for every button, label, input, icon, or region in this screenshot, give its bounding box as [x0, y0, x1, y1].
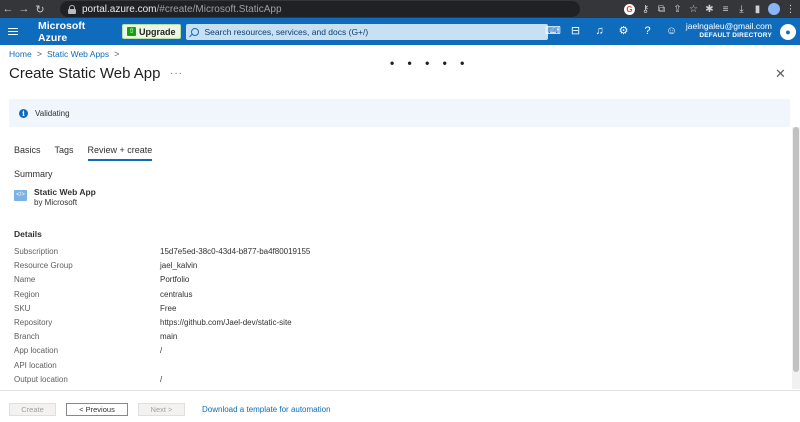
content-scrollbar[interactable] [792, 127, 800, 389]
validating-banner: i Validating [9, 99, 790, 127]
detail-row-subscription: Subscription 15d7e5ed-38c0-43d4-b877-ba4… [14, 247, 310, 256]
upgrade-button[interactable]: ⇧ Upgrade [122, 24, 181, 39]
breadcrumb-separator: > [114, 49, 120, 59]
detail-value: https://github.com/Jael-dev/static-site [160, 318, 292, 327]
back-arrow-icon[interactable]: ← [0, 0, 16, 18]
more-options-icon[interactable]: ··· [170, 68, 183, 79]
previous-button[interactable]: < Previous [66, 403, 128, 416]
tab-basics[interactable]: Basics [14, 145, 41, 161]
download-template-link[interactable]: Download a template for automation [202, 405, 331, 414]
lock-icon [68, 4, 76, 14]
product-vendor: by Microsoft [34, 198, 78, 207]
static-web-app-icon: </> [14, 190, 27, 201]
directory-filter-icon[interactable]: ⊟ [569, 25, 582, 38]
browser-toolbar: ← → ↻ portal.azure.com/#create/Microsoft… [0, 0, 800, 18]
detail-key: Branch [14, 332, 40, 341]
brand-logo[interactable]: Microsoft Azure [38, 20, 116, 44]
account-email: jaelngaleu@gmail.com [685, 21, 772, 31]
help-icon[interactable]: ? [641, 25, 654, 38]
star-icon[interactable]: ☆ [688, 4, 699, 15]
kebab-menu-icon[interactable]: ⋮ [785, 4, 796, 15]
detail-key: App location [14, 346, 59, 355]
link-icon[interactable]: ⧉ [656, 4, 667, 15]
detail-value: / [160, 375, 163, 384]
url-host: portal.azure.com [82, 3, 157, 15]
next-button[interactable]: Next > [138, 403, 185, 416]
detail-key: Name [14, 275, 36, 284]
reload-icon[interactable]: ↻ [32, 0, 48, 18]
detail-key: Region [14, 290, 40, 299]
detail-key: Resource Group [14, 261, 73, 270]
detail-key: Output location [14, 375, 68, 384]
search-input[interactable]: Search resources, services, and docs (G+… [185, 23, 548, 40]
detail-key: SKU [14, 304, 31, 313]
download-icon[interactable]: ⤓ [736, 4, 747, 15]
detail-key: Repository [14, 318, 53, 327]
detail-row-region: Region centralus [14, 290, 192, 299]
tab-review-create[interactable]: Review + create [87, 145, 153, 161]
url-path: /#create/Microsoft.StaticApp [156, 3, 282, 15]
breadcrumb-home[interactable]: Home [9, 49, 32, 59]
tab-tags[interactable]: Tags [55, 145, 74, 161]
product-name: Static Web App [34, 187, 96, 197]
azure-header: Microsoft Azure ⇧ Upgrade Search resourc… [0, 18, 800, 45]
tab-bar: Basics Tags Review + create [14, 145, 153, 161]
detail-value: Portfolio [160, 275, 190, 284]
key-icon[interactable]: ⚷ [640, 4, 651, 15]
detail-row-branch: Branch main [14, 332, 177, 341]
detail-row-name: Name Portfolio [14, 275, 189, 284]
detail-key: API location [14, 361, 57, 370]
extensions-icon[interactable]: ✱ [704, 4, 715, 15]
detail-value: / [160, 346, 163, 355]
upgrade-label: Upgrade [139, 26, 176, 37]
search-placeholder: Search resources, services, and docs (G+… [204, 26, 369, 37]
forward-arrow-icon[interactable]: → [16, 0, 32, 18]
scrollbar-thumb[interactable] [793, 127, 799, 372]
validating-text: Validating [35, 108, 70, 118]
detail-value: centralus [160, 290, 193, 299]
breadcrumb-separator: > [36, 49, 42, 59]
detail-row-output-location: Output location / [14, 375, 162, 384]
share-icon[interactable]: ⇪ [672, 4, 683, 15]
details-heading: Details [14, 229, 42, 239]
bell-icon[interactable]: ♫ [593, 25, 606, 38]
detail-row-app-location: App location / [14, 346, 162, 355]
gear-icon[interactable]: ⚙ [617, 25, 630, 38]
cloud-shell-icon[interactable]: ⌨ [545, 25, 561, 38]
address-bar[interactable]: portal.azure.com/#create/Microsoft.Stati… [60, 1, 580, 17]
detail-row-resource-group: Resource Group jael_kalvin [14, 261, 197, 270]
detail-row-repository: Repository https://github.com/Jael-dev/s… [14, 318, 292, 327]
detail-value: main [160, 332, 178, 341]
detail-value: 15d7e5ed-38c0-43d4-b877-ba4f80019155 [160, 247, 311, 256]
sidebar-icon[interactable]: ▮ [752, 4, 763, 15]
detail-value: jael_kalvin [160, 261, 198, 270]
account-info[interactable]: jaelngaleu@gmail.com DEFAULT DIRECTORY [686, 21, 772, 40]
account-avatar-icon[interactable]: ● [780, 24, 796, 40]
detail-row-sku: SKU Free [14, 304, 176, 313]
close-icon[interactable]: ✕ [775, 66, 786, 82]
create-button[interactable]: Create [9, 403, 56, 416]
hamburger-menu-icon[interactable] [2, 18, 24, 45]
reading-list-icon[interactable]: ≡ [720, 4, 731, 15]
loading-indicator: • • • • • [390, 56, 470, 70]
feedback-icon[interactable]: ☺ [665, 25, 678, 38]
detail-value: Free [160, 304, 177, 313]
breadcrumb-static-web-apps[interactable]: Static Web Apps [47, 49, 109, 59]
page-title: Create Static Web App [9, 65, 161, 82]
detail-row-api-location: API location [14, 361, 160, 370]
detail-key: Subscription [14, 247, 59, 256]
info-icon: i [19, 108, 28, 118]
account-directory: DEFAULT DIRECTORY [699, 32, 772, 39]
breadcrumb: Home > Static Web Apps > [9, 49, 119, 59]
google-icon[interactable]: G [624, 3, 635, 15]
search-icon [190, 27, 199, 36]
footer-bar: Create < Previous Next > Download a temp… [0, 390, 800, 422]
profile-avatar-icon[interactable] [768, 3, 780, 15]
summary-heading: Summary [14, 169, 53, 179]
upgrade-icon: ⇧ [127, 27, 136, 36]
